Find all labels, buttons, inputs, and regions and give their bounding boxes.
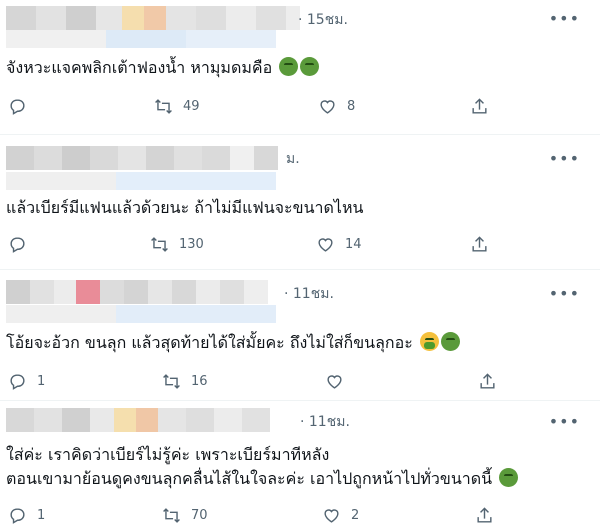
like-button[interactable]: 2 (322, 503, 359, 527)
like-button[interactable]: 14 (316, 232, 362, 256)
tweet-text: ใส่ค่ะ เราคิดว่าเบียร์ไม่รู้ค่ะ เพราะเบี… (6, 443, 581, 491)
share-button[interactable] (475, 503, 494, 527)
tweet-3[interactable]: · 11ชม. ••• โอ้ยจะอ้วก ขนลุก แล้วสุดท้าย… (0, 270, 600, 400)
reply-button[interactable] (8, 94, 37, 118)
share-icon (472, 235, 487, 252)
blurred-author-handle (6, 30, 276, 48)
retweet-icon (155, 98, 172, 114)
reply-button[interactable] (8, 232, 37, 256)
share-button[interactable] (470, 232, 489, 256)
tweet-2[interactable]: ม. ••• แล้วเบียร์มีแฟนแล้วด้วยนะ ถ้าไม่ม… (0, 135, 600, 270)
share-icon (480, 372, 495, 389)
blurred-author-name (6, 280, 268, 304)
more-options-icon[interactable]: ••• (549, 286, 580, 302)
retweet-button[interactable]: 130 (150, 232, 204, 256)
tweet-actions: 1 16 (0, 369, 600, 393)
tweet-actions: 49 8 (0, 94, 600, 118)
retweet-icon (151, 236, 168, 252)
blurred-author-name (6, 146, 278, 170)
retweet-button[interactable]: 70 (162, 503, 208, 527)
reply-icon (10, 507, 25, 524)
reply-button[interactable]: 1 (8, 369, 45, 393)
tweet-text: แล้วเบียร์มีแฟนแล้วด้วยนะ ถ้าไม่มีแฟนจะข… (6, 198, 364, 217)
heart-icon (318, 237, 333, 252)
like-button[interactable]: 8 (318, 94, 355, 118)
tweet-text: จังหวะแจคพลิกเต้าฟองน้ำ หามุมดมคือ (6, 56, 581, 80)
retweet-icon (163, 373, 180, 389)
tweet-4[interactable]: · 11ชม. ••• ใส่ค่ะ เราคิดว่าเบียร์ไม่รู้… (0, 401, 600, 529)
blurred-author-handle (6, 305, 276, 323)
vomit-face-emoji (419, 332, 439, 351)
retweet-button[interactable]: 49 (154, 94, 200, 118)
more-options-icon[interactable]: ••• (549, 151, 580, 167)
heart-icon (320, 99, 335, 114)
blurred-author-handle (6, 172, 276, 190)
sick-face-emoji (279, 57, 299, 76)
reply-icon (10, 236, 25, 253)
share-button[interactable] (470, 94, 489, 118)
more-options-icon[interactable]: ••• (549, 414, 580, 430)
tweet-actions: 130 14 (0, 232, 600, 256)
sick-face-emoji (499, 468, 519, 487)
share-icon (477, 506, 492, 523)
retweet-icon (163, 507, 180, 523)
blurred-author-name (6, 408, 270, 432)
sick-face-emoji (440, 332, 460, 351)
tweet-timestamp[interactable]: ม. (286, 148, 300, 170)
share-button[interactable] (478, 369, 497, 393)
tweet-actions: 1 70 2 (0, 503, 600, 527)
reply-icon (10, 98, 25, 115)
retweet-button[interactable]: 16 (162, 369, 208, 393)
reply-icon (10, 373, 25, 390)
heart-icon (327, 374, 342, 389)
tweet-timestamp[interactable]: · 11ชม. (300, 411, 350, 433)
tweet-1[interactable]: · 15ชม. ••• จังหวะแจคพลิกเต้าฟองน้ำ หามุ… (0, 0, 600, 140)
share-icon (472, 97, 487, 114)
tweet-timestamp[interactable]: · 15ชม. (298, 9, 348, 31)
sick-face-emoji (300, 57, 320, 76)
heart-icon (324, 508, 339, 523)
tweet-text: โอ้ยจะอ้วก ขนลุก แล้วสุดท้ายได้ใส่มั้ยคะ… (6, 331, 581, 355)
tweet-timestamp[interactable]: · 11ชม. (284, 283, 334, 305)
like-button[interactable] (325, 369, 354, 393)
more-options-icon[interactable]: ••• (549, 11, 580, 27)
blurred-author-name (6, 6, 300, 30)
reply-button[interactable]: 1 (8, 503, 45, 527)
